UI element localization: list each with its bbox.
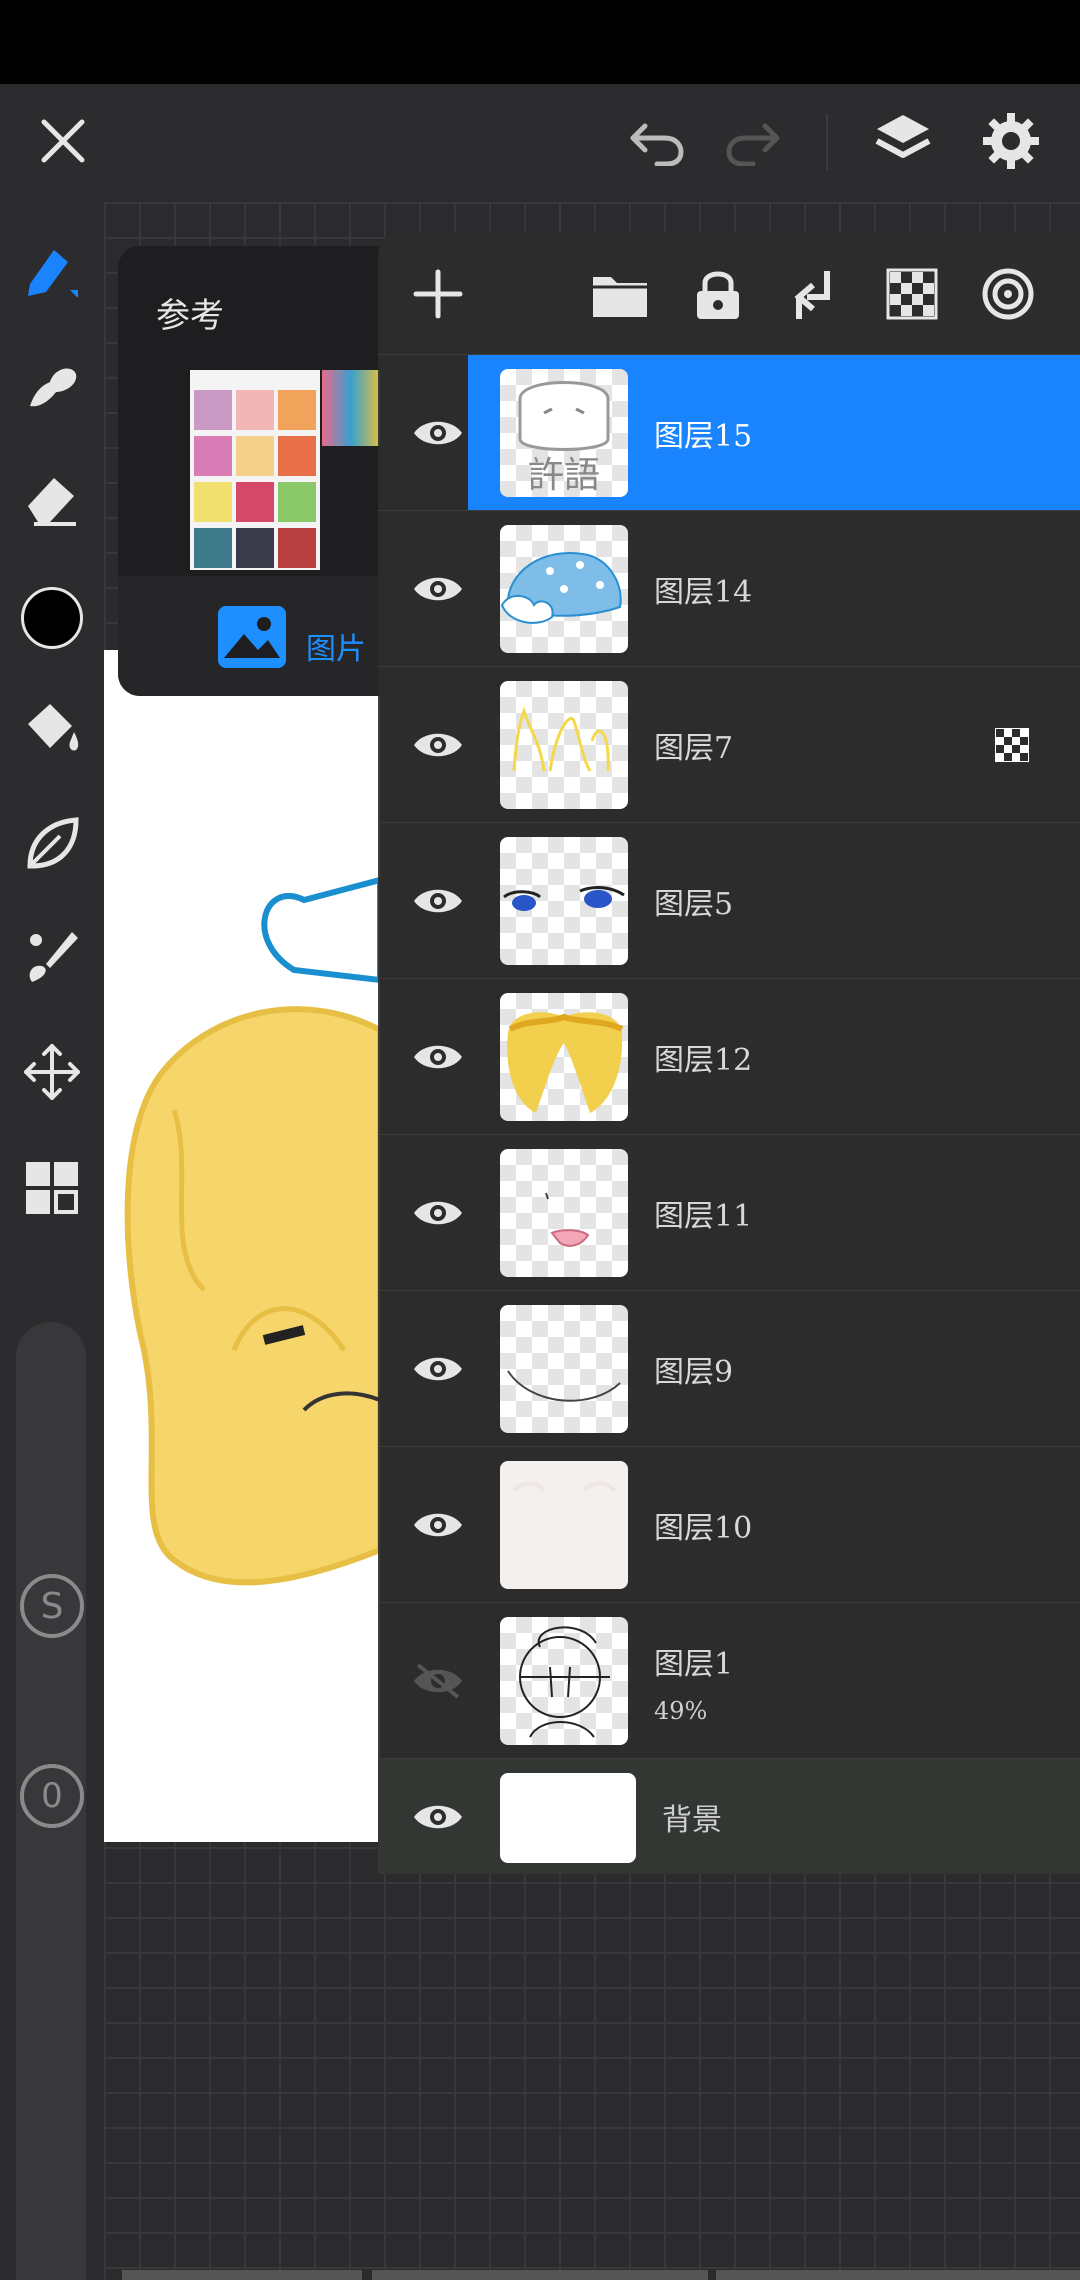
- layer-name: 图层11: [654, 1199, 753, 1234]
- bottom-tab[interactable]: [372, 2270, 708, 2280]
- brush-icon[interactable]: [8, 912, 96, 1000]
- layer-row-14[interactable]: 图层14: [378, 510, 1080, 666]
- layer-name: 图层12: [654, 1043, 753, 1078]
- merge-down-icon[interactable]: [776, 254, 856, 334]
- hidden-eye-icon[interactable]: [398, 1643, 478, 1719]
- layer-opacity: 49%: [654, 1697, 708, 1725]
- undo-icon[interactable]: [612, 96, 702, 186]
- layer-name: 图层14: [654, 575, 753, 610]
- visibility-eye-icon[interactable]: [398, 551, 478, 627]
- add-layer-icon[interactable]: [398, 254, 478, 334]
- reference-panel: 参考 图片: [118, 246, 380, 696]
- layer-name: 图层1: [654, 1647, 734, 1682]
- pen-icon[interactable]: [8, 228, 96, 316]
- smudge-icon[interactable]: [8, 342, 96, 430]
- layers-toolbar: [378, 232, 1080, 354]
- layer-row-1[interactable]: 图层1 49%: [378, 1602, 1080, 1758]
- gear-icon[interactable]: [966, 96, 1056, 186]
- layer-name: 背景: [662, 1803, 722, 1838]
- svg-text:許語: 許語: [528, 455, 600, 496]
- status-bar: [0, 0, 1080, 84]
- visibility-eye-icon[interactable]: [398, 1487, 478, 1563]
- bottom-tab[interactable]: [122, 2270, 362, 2280]
- layer-row-15[interactable]: 許語 图层15: [378, 354, 1080, 510]
- artboard[interactable]: [104, 650, 380, 1842]
- background-color-swatch[interactable]: [500, 1773, 636, 1863]
- layer-row-12[interactable]: 图层12: [378, 978, 1080, 1134]
- fill-bucket-icon[interactable]: [8, 686, 96, 774]
- visibility-eye-icon[interactable]: [398, 1331, 478, 1407]
- image-tab-label[interactable]: 图片: [306, 624, 366, 668]
- toolbar-divider: [826, 114, 828, 170]
- lock-icon[interactable]: [678, 254, 758, 334]
- visibility-eye-icon[interactable]: [398, 1019, 478, 1095]
- bottom-tab[interactable]: [716, 2270, 1080, 2280]
- layer-row-9[interactable]: 图层9: [378, 1290, 1080, 1446]
- reference-title: 参考: [156, 296, 224, 336]
- redo-icon[interactable]: [708, 96, 798, 186]
- move-icon[interactable]: [8, 1028, 96, 1116]
- layer-row-10[interactable]: 图层10: [378, 1446, 1080, 1602]
- folder-icon[interactable]: [580, 254, 660, 334]
- top-bar: [0, 84, 1080, 202]
- layer-thumbnail: 許語: [500, 369, 628, 497]
- left-toolbar: S 0: [0, 202, 104, 2280]
- image-icon[interactable]: [218, 606, 286, 668]
- alpha-lock-icon[interactable]: [872, 254, 952, 334]
- layer-thumbnail: [500, 1617, 628, 1745]
- layer-thumbnail: [500, 993, 628, 1121]
- alpha-lock-indicator-icon: [995, 728, 1029, 762]
- color-swatch[interactable]: [8, 574, 96, 662]
- layer-thumbnail: [500, 525, 628, 653]
- layer-name: 图层15: [654, 419, 753, 454]
- opacity-badge[interactable]: 0: [8, 1752, 96, 1840]
- layer-thumbnail: [500, 837, 628, 965]
- target-icon[interactable]: [968, 254, 1048, 334]
- reference-image-2[interactable]: [322, 370, 380, 446]
- layer-thumbnail: [500, 681, 628, 809]
- size-badge[interactable]: S: [8, 1562, 96, 1650]
- visibility-eye-icon[interactable]: [398, 863, 478, 939]
- layer-thumbnail: [500, 1305, 628, 1433]
- layer-name: 图层5: [654, 887, 734, 922]
- layers-icon[interactable]: [858, 96, 948, 186]
- visibility-eye-icon[interactable]: [398, 707, 478, 783]
- layer-row-5[interactable]: 图层5: [378, 822, 1080, 978]
- visibility-eye-icon[interactable]: [398, 395, 478, 471]
- layer-name: 图层7: [654, 731, 734, 766]
- close-icon[interactable]: [18, 96, 108, 186]
- visibility-eye-icon[interactable]: [398, 1779, 478, 1855]
- grid-icon[interactable]: [8, 1144, 96, 1232]
- eraser-icon[interactable]: [8, 454, 96, 542]
- layers-panel: 許語 图层15 图层14 图层7 图层5 图层12 图层11 图层9 图层10 …: [378, 232, 1080, 1874]
- layer-thumbnail: [500, 1461, 628, 1589]
- layer-name: 图层10: [654, 1511, 753, 1546]
- layer-row-11[interactable]: 图层11: [378, 1134, 1080, 1290]
- layer-row-7[interactable]: 图层7: [378, 666, 1080, 822]
- visibility-eye-icon[interactable]: [398, 1175, 478, 1251]
- layer-thumbnail: [500, 1149, 628, 1277]
- layer-name: 图层9: [654, 1355, 734, 1390]
- drawing-preview: [124, 876, 380, 1586]
- leaf-icon[interactable]: [8, 800, 96, 888]
- layer-row-background[interactable]: 背景: [378, 1758, 1080, 1874]
